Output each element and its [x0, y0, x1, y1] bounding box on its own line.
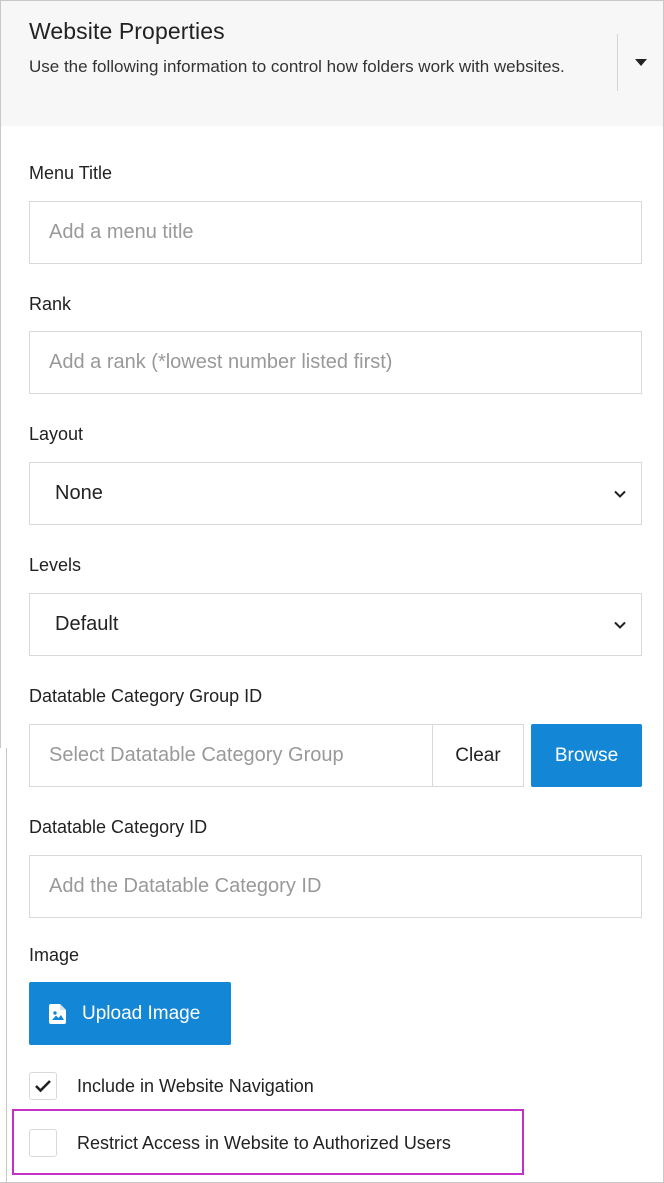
- collapse-toggle-button[interactable]: [621, 34, 661, 91]
- menu-title-placeholder: Add a menu title: [49, 221, 194, 243]
- menu-title-label: Menu Title: [29, 163, 113, 183]
- menu-title-input[interactable]: Add a menu title: [29, 201, 642, 264]
- include-navigation-option[interactable]: Include in Website Navigation: [29, 1072, 314, 1100]
- chevron-down-icon: [614, 490, 626, 498]
- browse-button[interactable]: Browse: [531, 724, 642, 787]
- levels-label: Levels: [29, 555, 82, 575]
- rank-input[interactable]: Add a rank (*lowest number listed first): [29, 331, 642, 394]
- header-divider: [617, 34, 618, 91]
- levels-selected-value: Default: [55, 613, 119, 635]
- restrict-access-label: Restrict Access in Website to Authorized…: [77, 1132, 451, 1153]
- category-group-input[interactable]: Select Datatable Category Group: [29, 724, 433, 787]
- caret-down-icon: [635, 59, 647, 66]
- panel-header: Website Properties Use the following inf…: [1, 1, 663, 126]
- restrict-access-option[interactable]: Restrict Access in Website to Authorized…: [29, 1129, 451, 1157]
- levels-select[interactable]: Default: [29, 593, 642, 656]
- image-file-icon: [49, 1003, 66, 1024]
- layout-label: Layout: [29, 424, 84, 444]
- category-id-placeholder: Add the Datatable Category ID: [49, 875, 322, 897]
- chevron-down-icon: [614, 621, 626, 629]
- rank-label: Rank: [29, 294, 72, 314]
- checkmark-icon: [35, 1080, 51, 1093]
- website-properties-panel: Website Properties Use the following inf…: [0, 0, 664, 1183]
- category-group-placeholder: Select Datatable Category Group: [49, 744, 344, 766]
- layout-selected-value: None: [55, 482, 103, 504]
- category-id-label: Datatable Category ID: [29, 817, 208, 837]
- include-navigation-checkbox[interactable]: [29, 1072, 57, 1100]
- include-navigation-label: Include in Website Navigation: [77, 1075, 314, 1096]
- clear-button[interactable]: Clear: [432, 724, 524, 787]
- restrict-access-checkbox[interactable]: [29, 1129, 57, 1157]
- category-id-input[interactable]: Add the Datatable Category ID: [29, 855, 642, 918]
- image-label: Image: [29, 945, 80, 965]
- rank-placeholder: Add a rank (*lowest number listed first): [49, 351, 393, 373]
- panel-description: Use the following information to control…: [29, 57, 565, 76]
- panel-left-border-lower: [6, 748, 7, 1183]
- upload-image-label: Upload Image: [82, 1002, 201, 1024]
- upload-image-button[interactable]: Upload Image: [29, 982, 231, 1045]
- layout-select[interactable]: None: [29, 462, 642, 525]
- panel-title: Website Properties: [29, 18, 225, 44]
- category-group-label: Datatable Category Group ID: [29, 686, 263, 706]
